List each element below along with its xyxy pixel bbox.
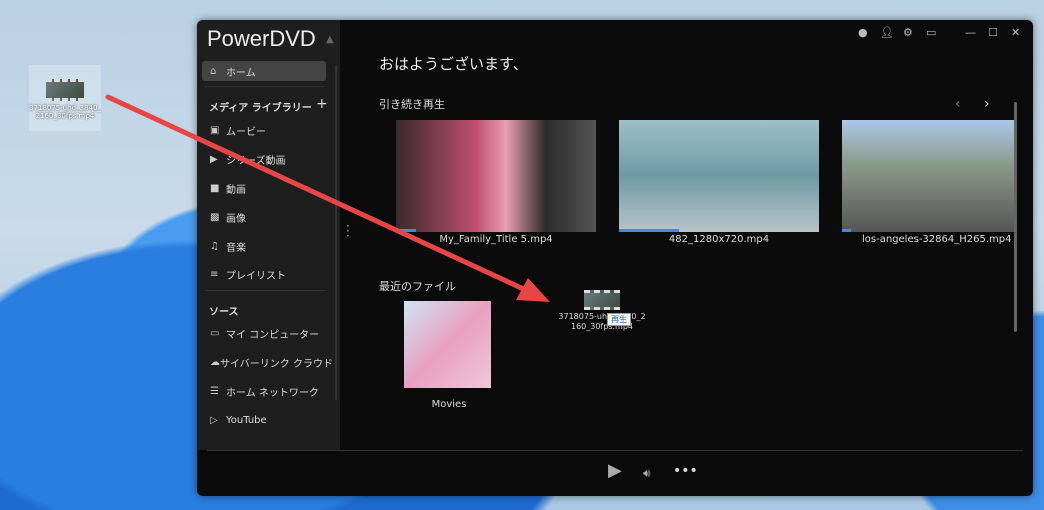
- desktop: 3718075-uhd_3840_2160_30fps.mp4 PowerDVD…: [0, 0, 1044, 510]
- annotation-arrow: [105, 94, 550, 302]
